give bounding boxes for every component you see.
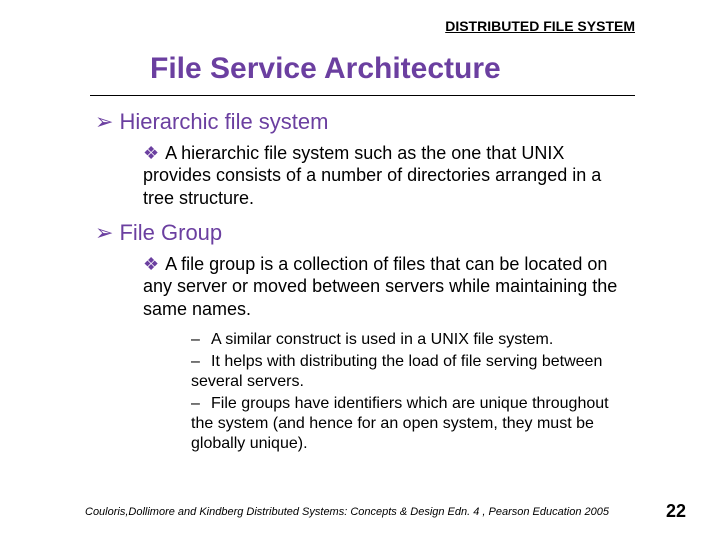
dash-icon: – [191, 394, 203, 414]
sub-bullet: ❖A hierarchic file system such as the on… [143, 142, 635, 210]
arrow-icon: ➢ [95, 220, 113, 245]
sub-bullet-text: A hierarchic file system such as the one… [143, 143, 601, 208]
detail-item: –It helps with distributing the load of … [191, 352, 635, 392]
header-label: DISTRIBUTED FILE SYSTEM [445, 18, 635, 34]
slide: DISTRIBUTED FILE SYSTEM File Service Arc… [0, 0, 720, 540]
content-area: ➢Hierarchic file system ❖A hierarchic fi… [95, 108, 635, 456]
detail-item: –A similar construct is used in a UNIX f… [191, 330, 635, 350]
arrow-icon: ➢ [95, 109, 113, 134]
sub-bullet-text: A file group is a collection of files th… [143, 254, 617, 319]
dash-icon: – [191, 330, 203, 350]
dash-icon: – [191, 352, 203, 372]
diamond-icon: ❖ [143, 254, 159, 274]
detail-text: A similar construct is used in a UNIX fi… [211, 331, 553, 348]
bullet-heading: File Group [119, 220, 222, 245]
title-rule [90, 95, 635, 96]
bullet-filegroup: ➢File Group [95, 219, 635, 247]
page-number: 22 [666, 501, 686, 522]
detail-text: It helps with distributing the load of f… [191, 353, 602, 390]
detail-item: –File groups have identifiers which are … [191, 394, 635, 454]
page-title: File Service Architecture [150, 52, 640, 90]
diamond-icon: ❖ [143, 143, 159, 163]
bullet-hierarchic: ➢Hierarchic file system [95, 108, 635, 136]
detail-text: File groups have identifiers which are u… [191, 395, 609, 452]
sub-bullet: ❖A file group is a collection of files t… [143, 253, 635, 321]
bullet-heading: Hierarchic file system [119, 109, 328, 134]
footer-credit: Couloris,Dollimore and Kindberg Distribu… [85, 506, 609, 518]
